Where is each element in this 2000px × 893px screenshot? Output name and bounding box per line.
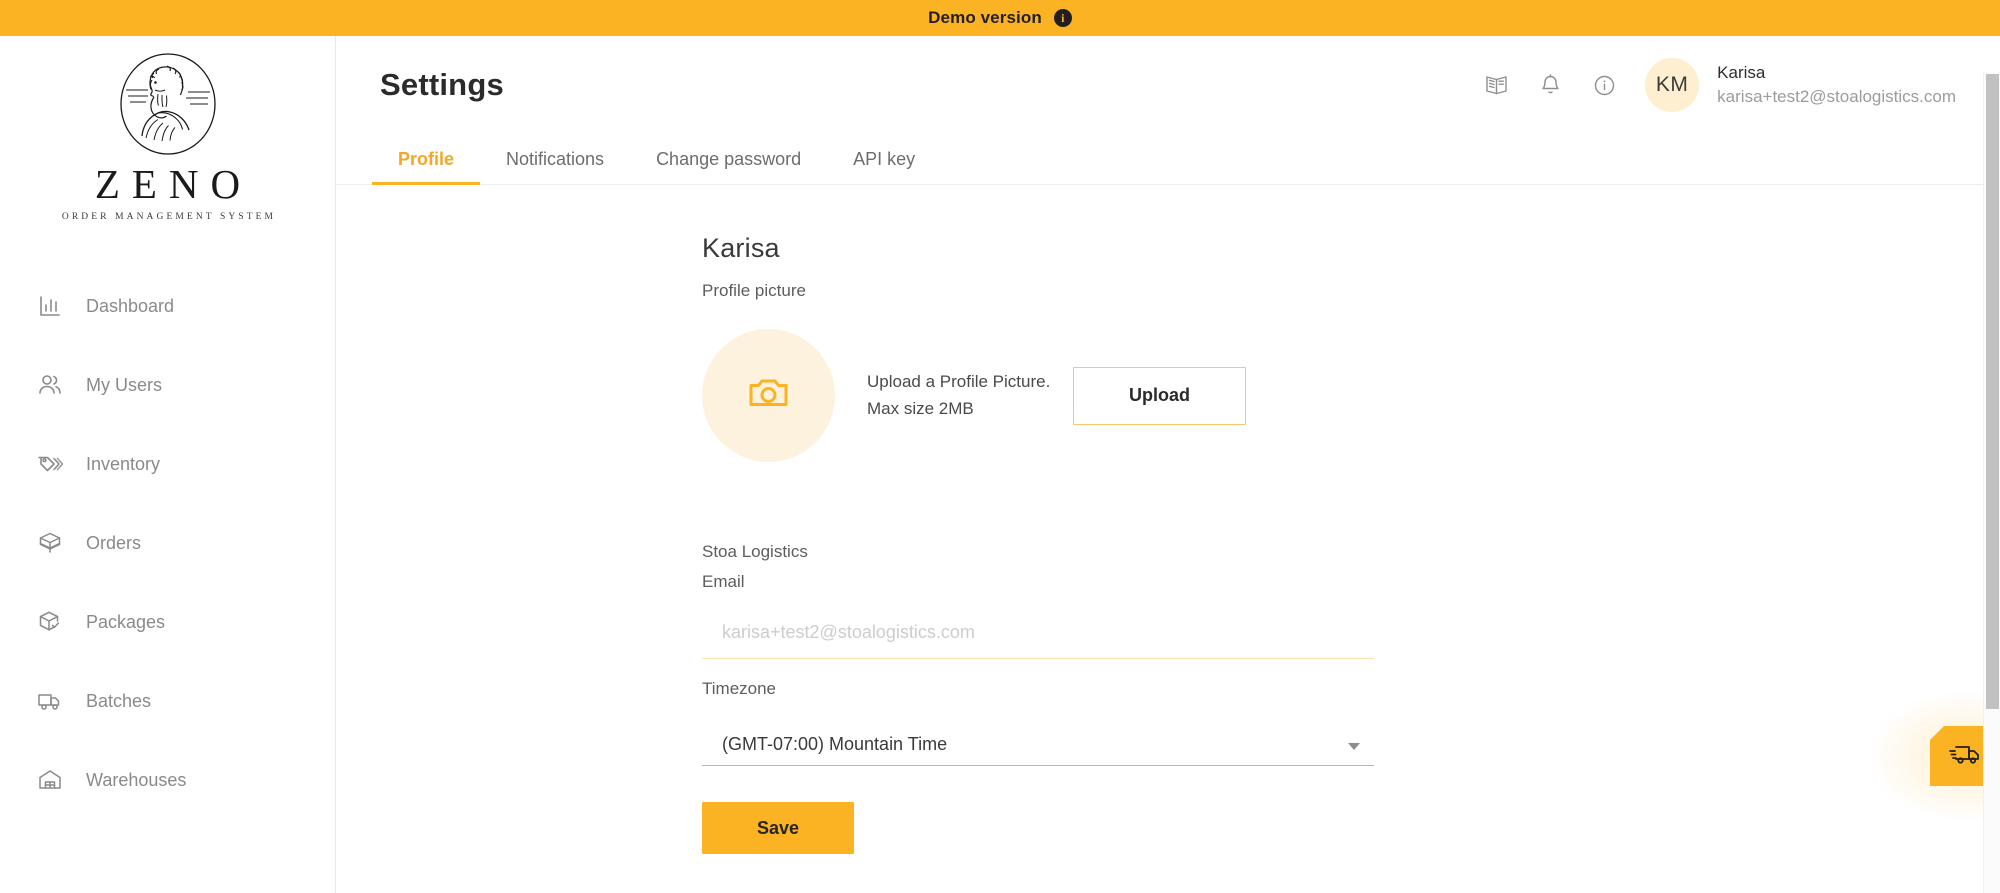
zeno-philosopher-logo [112, 50, 224, 162]
bell-icon[interactable] [1523, 58, 1577, 112]
sidebar-item-label: Warehouses [86, 770, 187, 790]
header-actions: KM Karisa karisa+test2@stoalogistics.com [1469, 58, 1956, 112]
sidebar-item-label: Batches [86, 691, 152, 711]
timezone-field-group: Timezone (GMT-07:00) Mountain Time [702, 679, 1377, 766]
user-name: Karisa [1717, 63, 1766, 83]
email-field-group: Email [702, 572, 1377, 659]
sidebar-item-inventory[interactable]: Inventory [0, 436, 335, 492]
body-row: ZENO ORDER MANAGEMENT SYSTEM Dashboard M… [0, 36, 2000, 893]
tab-api-key[interactable]: API key [827, 134, 941, 184]
delivery-truck-icon [1948, 739, 1982, 774]
sidebar-item-label: Packages [86, 612, 166, 632]
profile-picture-placeholder[interactable] [702, 329, 835, 462]
timezone-label: Timezone [702, 679, 777, 698]
sidebar-item-label: Orders [86, 533, 142, 553]
sidebar-item-label: Inventory [86, 454, 161, 474]
tab-notifications[interactable]: Notifications [480, 134, 630, 184]
profile-picture-label: Profile picture [702, 281, 806, 300]
sidebar-item-batches[interactable]: Batches [0, 673, 335, 729]
sidebar-nav: Dashboard My Users Inventory Orders Pack… [0, 278, 335, 831]
sidebar: ZENO ORDER MANAGEMENT SYSTEM Dashboard M… [0, 36, 336, 893]
sidebar-item-dashboard[interactable]: Dashboard [0, 278, 335, 334]
brand-logo[interactable]: ZENO ORDER MANAGEMENT SYSTEM [0, 36, 335, 248]
email-label: Email [702, 572, 745, 591]
book-icon[interactable] [1469, 58, 1523, 112]
avatar[interactable]: KM [1645, 58, 1700, 112]
sidebar-item-label: Dashboard [86, 296, 175, 316]
sidebar-item-orders[interactable]: Orders [0, 515, 335, 571]
users-icon [36, 371, 64, 399]
upload-hint: Upload a Profile Picture. Max size 2MB [867, 372, 1051, 418]
app-root: Demo version i ZENO ORDER MANAGEMENT SYS… [0, 0, 2000, 893]
brand-tagline: ORDER MANAGEMENT SYSTEM [61, 212, 277, 222]
main-area: Settings KM Karisa karisa+test2@stoalogi… [336, 36, 2000, 893]
sidebar-item-warehouses[interactable]: Warehouses [0, 752, 335, 808]
camera-icon [745, 370, 792, 422]
scrollbar-thumb[interactable] [1986, 74, 1999, 709]
profile-form-area: Karisa Profile picture Upload a Profile … [336, 185, 2000, 893]
demo-banner-label: Demo version [928, 8, 1042, 27]
profile-picture-row: Upload a Profile Picture. Max size 2MB U… [702, 329, 1377, 462]
demo-version-banner: Demo version i [0, 0, 2000, 36]
sidebar-item-packages[interactable]: Packages [0, 594, 335, 650]
save-button[interactable]: Save [702, 802, 854, 854]
sidebar-item-my-users[interactable]: My Users [0, 357, 335, 413]
settings-tabs: Profile Notifications Change password AP… [336, 134, 2000, 185]
user-email: karisa+test2@stoalogistics.com [1717, 86, 1956, 106]
warehouse-icon [36, 766, 64, 794]
brand-wordmark: ZENO [94, 161, 253, 207]
profile-name-heading: Karisa [702, 233, 780, 263]
tags-icon [36, 450, 64, 478]
tab-profile[interactable]: Profile [372, 134, 481, 185]
page-scrollbar[interactable] [1983, 72, 2000, 893]
truck-icon [36, 687, 64, 715]
open-box-icon [36, 529, 64, 557]
upload-button[interactable]: Upload [1073, 366, 1246, 425]
tab-change-password[interactable]: Change password [630, 134, 827, 184]
top-header: Settings KM Karisa karisa+test2@stoalogi… [336, 36, 2000, 134]
page-title: Settings [380, 67, 504, 102]
sidebar-item-label: My Users [86, 375, 162, 395]
email-input[interactable] [702, 614, 1374, 659]
timezone-select[interactable]: (GMT-07:00) Mountain Time [702, 721, 1374, 766]
user-menu[interactable]: Karisa karisa+test2@stoalogistics.com [1717, 63, 1956, 107]
bar-chart-icon [36, 292, 64, 320]
box-check-icon [36, 608, 64, 636]
info-icon[interactable]: i [1053, 9, 1072, 27]
info-circle-icon[interactable] [1577, 58, 1631, 112]
organization-name: Stoa Logistics [702, 542, 808, 561]
